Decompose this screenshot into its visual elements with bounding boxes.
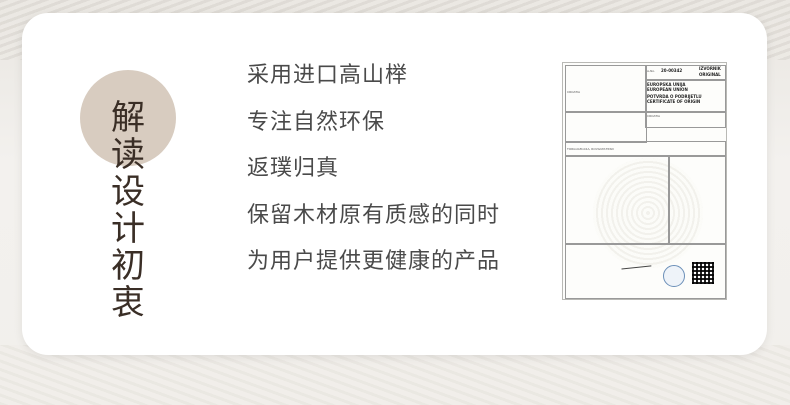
title-char: 初 xyxy=(111,246,145,286)
cert-union-en: EUROPEAN UNION xyxy=(647,87,688,92)
title-char: 衷 xyxy=(111,283,145,323)
cert-number-label: A-No. xyxy=(647,69,656,73)
official-stamp xyxy=(663,265,685,287)
feature-item: 采用进口高山榉 xyxy=(247,63,409,88)
feature-item: 为用户提供更健康的产品 xyxy=(247,249,501,274)
certificate-of-origin-image: A-No. 20-00342 IZVORNIK ORIGINAL EUROPSK… xyxy=(562,62,727,300)
title-char: 设 xyxy=(111,172,145,212)
cert-country: CROATIA xyxy=(647,114,661,118)
feature-item: 专注自然环保 xyxy=(247,109,386,135)
feature-item: 返璞归真 xyxy=(247,156,340,181)
cert-title-en: CERTIFICATE OF ORIGIN xyxy=(647,99,701,104)
qr-code xyxy=(692,262,714,284)
cert-number: 20-00342 xyxy=(661,68,683,73)
cert-original: ORIGINAL xyxy=(699,72,721,77)
feature-list: 采用进口高山榉 专注自然环保 返璞归真 保留木材原有质感的同时 为用户提供更健康… xyxy=(247,64,500,297)
cert-transport: TORGUAM-02A, ROVGUM-TRSD xyxy=(567,147,614,151)
title-char: 读 xyxy=(111,135,145,175)
title-char: 计 xyxy=(111,209,145,249)
section-title: 解 读 设 计 初 衷 xyxy=(108,100,148,322)
cert-consignee-country: CROATIA xyxy=(567,90,581,94)
title-char: 解 xyxy=(111,98,145,138)
feature-item: 保留木材原有质感的同时 xyxy=(247,202,501,228)
cert-izvornik: IZVORNIK xyxy=(699,66,721,71)
